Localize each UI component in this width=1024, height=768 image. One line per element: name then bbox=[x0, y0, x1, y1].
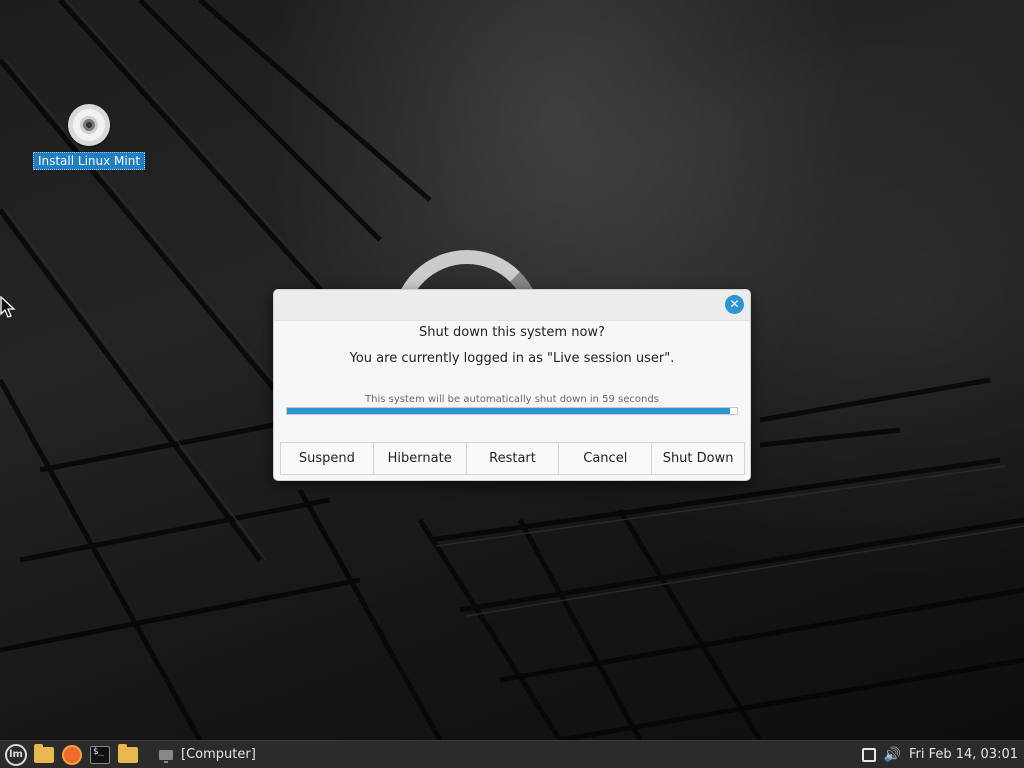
taskbar-window-computer[interactable]: [Computer] bbox=[153, 744, 262, 766]
taskbar: lm $_ [Computer] 🔊 Fri Feb 14, 03:01 bbox=[0, 740, 1024, 768]
dialog-titlebar[interactable]: ✕ bbox=[274, 290, 750, 321]
shutdown-button[interactable]: Shut Down bbox=[652, 443, 744, 474]
countdown-progress-bar bbox=[286, 407, 738, 415]
hibernate-button[interactable]: Hibernate bbox=[374, 443, 467, 474]
desktop: Install Linux Mint ✕ Shut down this syst… bbox=[0, 0, 1024, 740]
dialog-subtitle: You are currently logged in as "Live ses… bbox=[349, 351, 675, 366]
firefox-icon[interactable] bbox=[61, 744, 83, 766]
restart-button[interactable]: Restart bbox=[467, 443, 560, 474]
volume-icon[interactable]: 🔊 bbox=[884, 747, 901, 763]
folder-icon[interactable] bbox=[33, 743, 55, 766]
files-icon[interactable] bbox=[117, 743, 139, 766]
countdown-text: This system will be automatically shut d… bbox=[365, 394, 659, 405]
mint-menu-icon[interactable]: lm bbox=[5, 743, 27, 766]
dialog-button-row: Suspend Hibernate Restart Cancel Shut Do… bbox=[280, 442, 745, 475]
desktop-icon-label: Install Linux Mint bbox=[32, 152, 146, 170]
dialog-title: Shut down this system now? bbox=[419, 325, 605, 340]
shutdown-dialog: ✕ Shut down this system now? You are cur… bbox=[273, 289, 751, 481]
monitor-icon bbox=[159, 749, 173, 763]
close-icon[interactable]: ✕ bbox=[725, 295, 744, 314]
clock[interactable]: Fri Feb 14, 03:01 bbox=[909, 747, 1018, 762]
taskbar-window-label: [Computer] bbox=[181, 747, 256, 762]
suspend-button[interactable]: Suspend bbox=[281, 443, 374, 474]
terminal-icon[interactable]: $_ bbox=[89, 744, 111, 766]
desktop-icon-install-linux-mint[interactable]: Install Linux Mint bbox=[32, 104, 146, 170]
progress-fill bbox=[287, 408, 731, 414]
system-tray: 🔊 Fri Feb 14, 03:01 bbox=[861, 747, 1024, 763]
cancel-button[interactable]: Cancel bbox=[559, 443, 653, 474]
mouse-cursor-icon bbox=[0, 296, 16, 318]
network-icon[interactable] bbox=[861, 747, 876, 762]
disc-icon bbox=[68, 104, 110, 146]
